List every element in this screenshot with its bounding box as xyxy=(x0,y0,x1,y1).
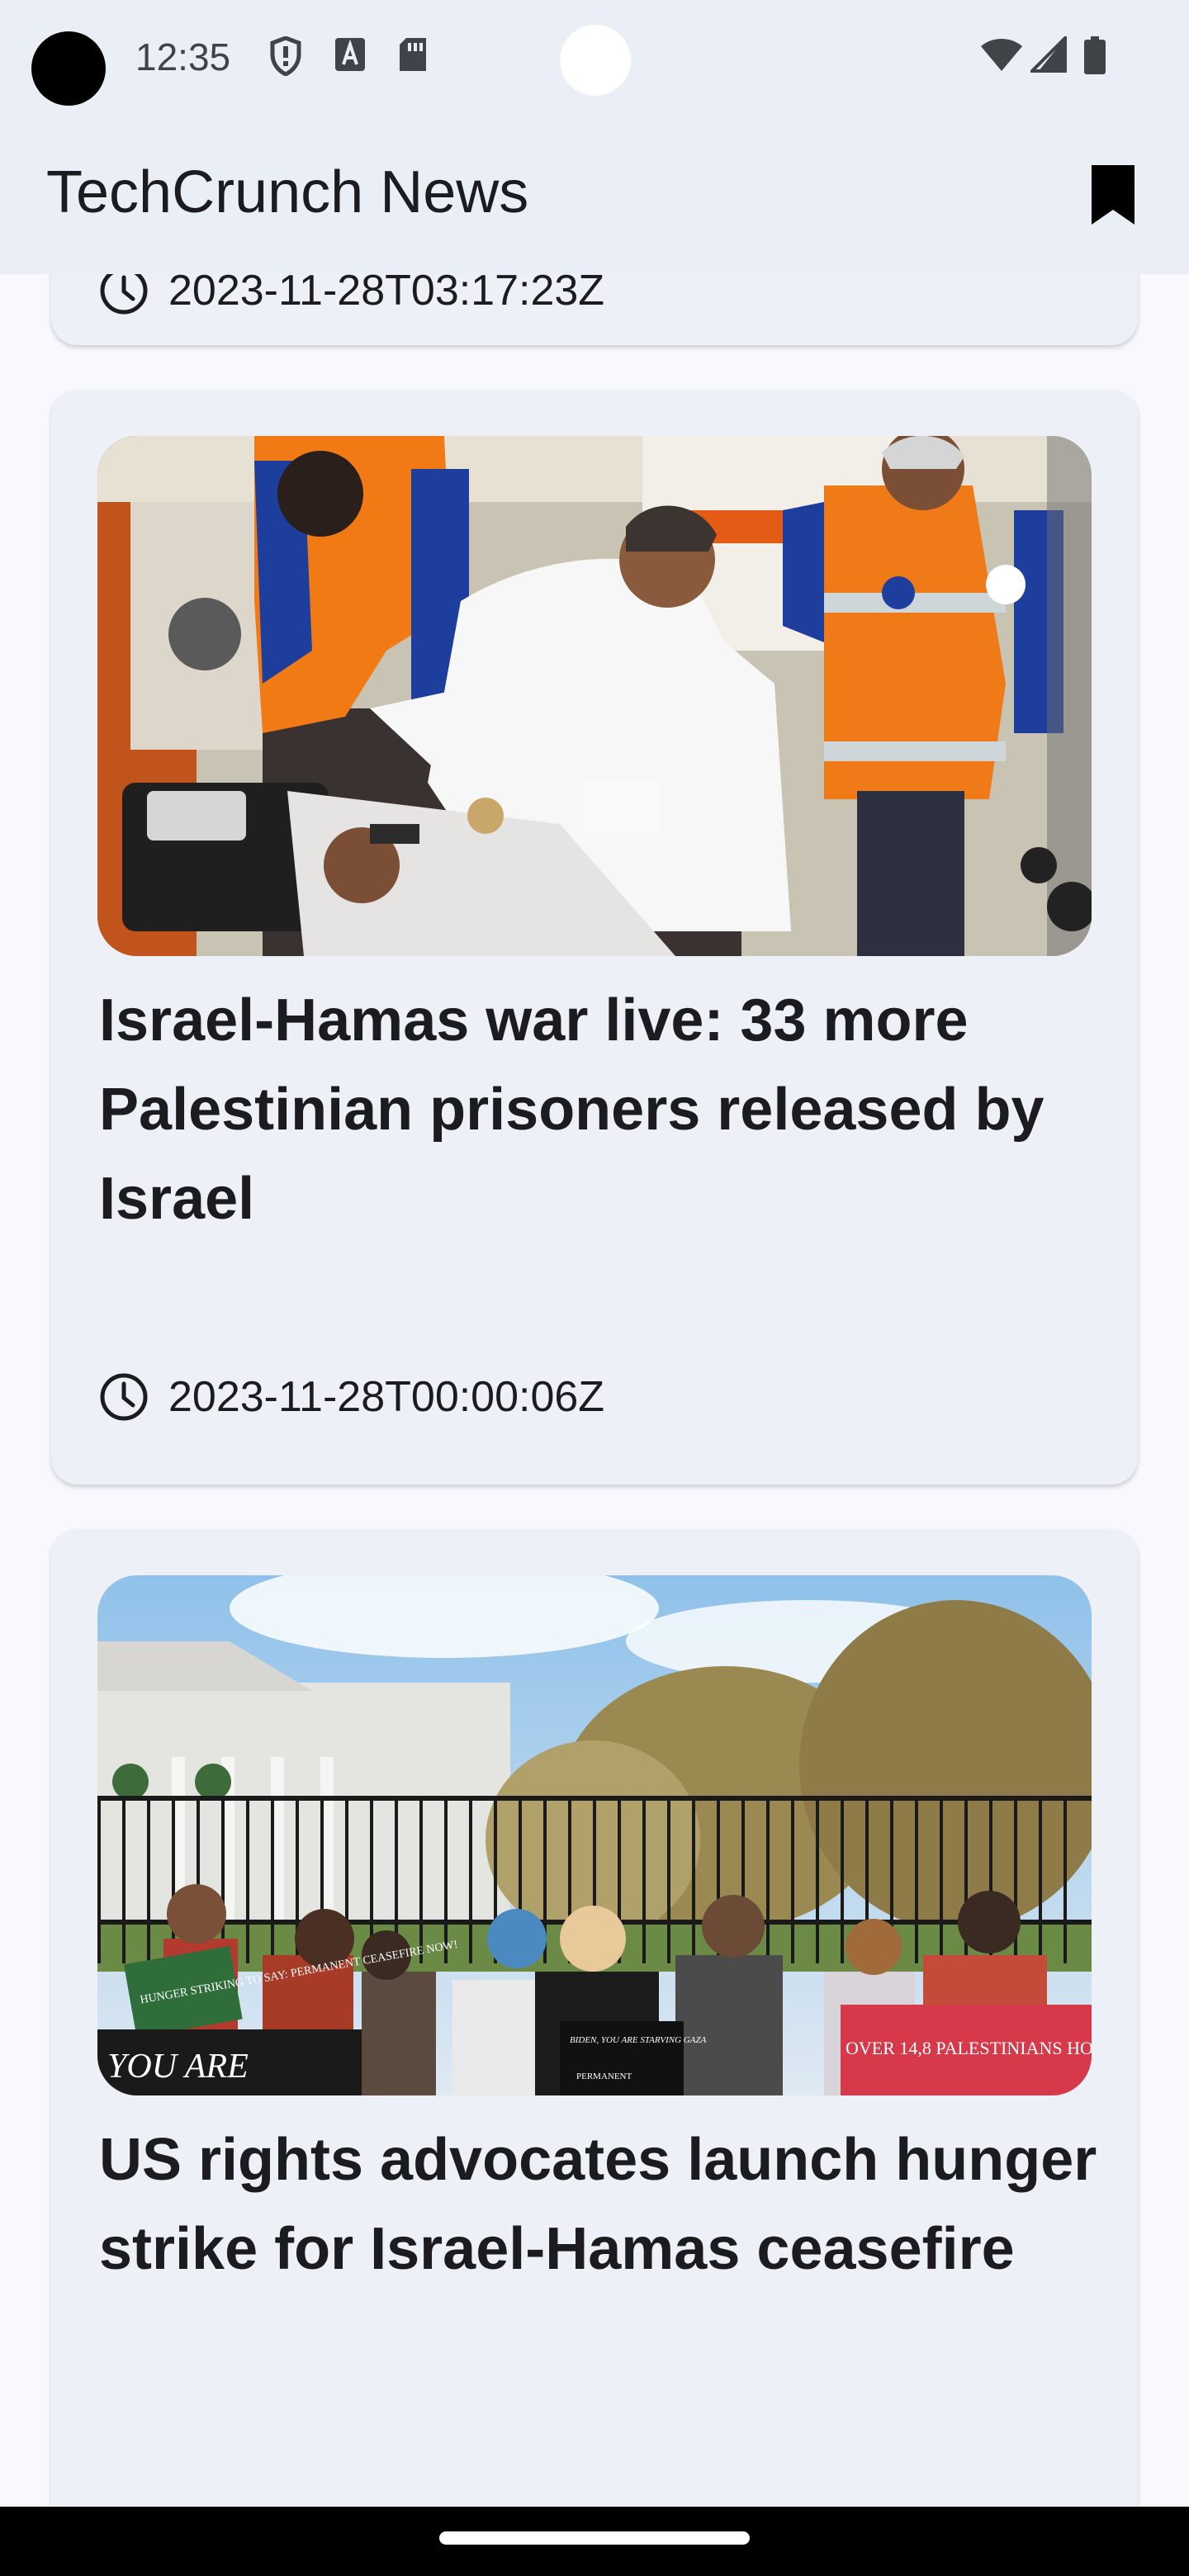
camera-cutout xyxy=(31,31,106,106)
article-timestamp: 2023-11-28T00:00:06Z xyxy=(168,1373,605,1421)
article-image: HUNGER STRIKING TO SAY: PERMANENT CEASEF… xyxy=(97,1575,1092,2095)
article-card[interactable]: HUNGER STRIKING TO SAY: PERMANENT CEASEF… xyxy=(51,1529,1138,2507)
text-a-icon xyxy=(335,38,365,71)
article-title: US rights advocates launch hunger strike… xyxy=(99,2127,1097,2282)
shield-icon xyxy=(270,36,301,76)
status-time: 12:35 xyxy=(135,36,231,78)
sign-center-text: BIDEN, YOU ARE STARVING GAZA xyxy=(570,2035,707,2045)
cell-signal-icon xyxy=(1030,36,1067,73)
app-title: TechCrunch News xyxy=(46,159,529,225)
wifi-icon xyxy=(981,39,1022,71)
article-title: Israel-Hamas war live: 33 more Palestini… xyxy=(99,987,1045,1232)
protest-outside-white-house-photo: HUNGER STRIKING TO SAY: PERMANENT CEASEF… xyxy=(97,1575,1092,2095)
center-indicator xyxy=(560,25,631,96)
article-card[interactable]: Israel-Hamas war live: 33 more Palestini… xyxy=(51,390,1138,1485)
battery-icon xyxy=(1084,36,1106,74)
clock-icon xyxy=(100,1373,148,1421)
app-bar: TechCrunch News xyxy=(0,116,1189,274)
sd-card-icon xyxy=(400,38,426,71)
bookmark-icon[interactable] xyxy=(1088,162,1138,228)
status-bar: 12:35 xyxy=(0,0,1189,116)
sign-center-sub-text: PERMANENT xyxy=(576,2072,632,2081)
navigation-bar xyxy=(0,2507,1189,2576)
article-time-row: 2023-11-28T00:00:06Z xyxy=(99,1372,604,1422)
sign-left-text: YOU ARE xyxy=(107,2048,249,2086)
article-image xyxy=(97,436,1092,956)
sign-right-text: OVER 14,8 PALESTINIANS HOW MA xyxy=(846,2038,1092,2058)
home-gesture-handle[interactable] xyxy=(439,2531,750,2545)
medics-treating-patient-photo xyxy=(97,436,1092,956)
